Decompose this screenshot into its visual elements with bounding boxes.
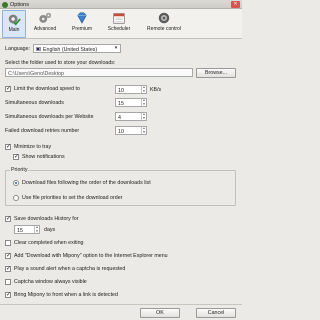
spinner-arrows-icon[interactable]: ▲ ▼ [141, 126, 146, 134]
browse-button[interactable]: Browse... [196, 68, 236, 78]
chevron-down-icon: ▾ [114, 45, 118, 51]
speed-unit: KB/s [150, 87, 162, 93]
captcha-visible-label: Captcha window always visible [14, 279, 87, 285]
language-value: English (United States) [43, 46, 98, 53]
language-select[interactable]: English (United States) ▾ [33, 44, 121, 53]
spinner-arrows-icon[interactable]: ▲ ▼ [141, 85, 146, 93]
captcha-sound-label: Play a sound alert when a captcha is req… [14, 266, 126, 272]
spinner-arrows-icon[interactable]: ▲ ▼ [141, 112, 146, 120]
tab-label: Main [8, 27, 20, 33]
save-history-label: Save downloads History for [14, 216, 79, 222]
ok-button[interactable]: OK [140, 308, 180, 318]
simultaneous-downloads-value: 15 [118, 100, 124, 107]
download-folder-field[interactable]: C:\Users\Geno\Desktop [5, 68, 193, 77]
retries-spinner[interactable]: 10 ▲ ▼ [115, 126, 147, 135]
title-bar: Options ✕ [0, 0, 242, 9]
minimize-to-tray-checkbox[interactable] [5, 143, 11, 150]
tab-premium[interactable]: Premium [68, 10, 96, 38]
priority-file-radio[interactable] [13, 195, 19, 201]
app-icon [2, 1, 8, 8]
remote-control-icon [158, 12, 170, 24]
ie-menu-label: Add "Download with Mipony" option to the… [14, 253, 168, 259]
bring-to-front-checkbox[interactable] [5, 291, 11, 298]
simultaneous-downloads-spinner[interactable]: 15 ▲ ▼ [115, 98, 147, 107]
simultaneous-downloads-label: Simultaneous downloads [5, 100, 64, 106]
captcha-visible-checkbox[interactable] [5, 279, 11, 285]
history-days-unit: days [44, 227, 56, 233]
priority-file-label: Use file priorities to set the download … [22, 195, 123, 201]
tab-remote-control[interactable]: Remote control [141, 10, 187, 38]
minimize-to-tray-label: Minimize to tray [14, 144, 52, 150]
spinner-arrows-icon[interactable]: ▲ ▼ [34, 225, 39, 233]
priority-order-label: Download files following the order of th… [22, 180, 151, 186]
tab-advanced[interactable]: Advanced [30, 10, 60, 38]
show-notifications-checkbox[interactable] [13, 153, 19, 160]
limit-speed-label: Limit the download speed to [14, 86, 80, 92]
per-website-label: Simultaneous downloads per Website [5, 114, 94, 120]
retries-value: 10 [118, 128, 124, 135]
tab-label: Premium [71, 26, 92, 32]
per-website-value: 4 [118, 114, 121, 121]
diamond-icon [77, 12, 87, 24]
speed-limit-spinner[interactable]: 10 ▲ ▼ [115, 85, 147, 94]
gears-icon [39, 12, 52, 23]
tab-label: Scheduler [107, 26, 131, 32]
save-history-checkbox[interactable] [5, 215, 11, 222]
history-days-spinner[interactable]: 15 ▲ ▼ [14, 225, 40, 234]
options-toolbar: Main Advanced Premium Scheduler Remote c… [0, 9, 242, 39]
tab-label: Remote control [147, 26, 181, 32]
language-label: Language: [5, 46, 31, 52]
priority-legend: Priority [10, 167, 29, 173]
captcha-sound-checkbox[interactable] [5, 265, 11, 272]
download-folder-value: C:\Users\Geno\Desktop [8, 70, 64, 77]
history-days-value: 15 [17, 227, 23, 234]
download-folder-label: Select the folder used to store your dow… [5, 60, 116, 66]
bring-to-front-label: Bring Mipony to front when a link is det… [14, 292, 118, 298]
priority-order-radio[interactable] [13, 180, 19, 186]
per-website-spinner[interactable]: 4 ▲ ▼ [115, 112, 147, 121]
tab-scheduler[interactable]: Scheduler [103, 10, 135, 38]
close-button[interactable]: ✕ [231, 1, 240, 8]
ie-menu-checkbox[interactable] [5, 252, 11, 259]
footer-divider [0, 304, 242, 305]
gear-check-icon [8, 14, 21, 26]
limit-speed-checkbox[interactable] [5, 85, 11, 92]
retries-label: Failed download retries number [5, 128, 80, 134]
show-notifications-label: Show notifications [22, 154, 65, 160]
speed-limit-value: 10 [118, 87, 124, 94]
clear-completed-label: Clear completed when exiting [14, 240, 84, 246]
calendar-icon [113, 13, 125, 24]
spinner-arrows-icon[interactable]: ▲ ▼ [141, 98, 146, 106]
tab-label: Advanced [33, 26, 57, 32]
tab-main[interactable]: Main [2, 10, 26, 38]
cancel-button[interactable]: Cancel [196, 308, 236, 318]
clear-completed-checkbox[interactable] [5, 240, 11, 246]
us-flag-icon [36, 47, 41, 51]
window-title: Options [10, 1, 29, 8]
